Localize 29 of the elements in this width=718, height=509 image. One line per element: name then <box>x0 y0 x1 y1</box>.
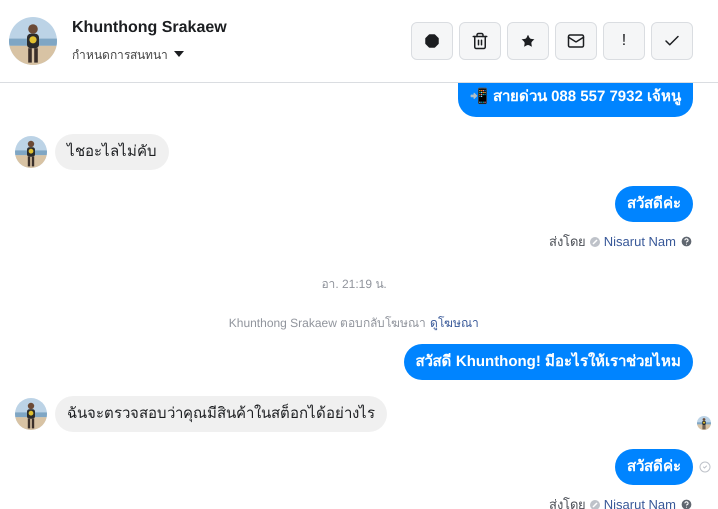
star-button[interactable] <box>507 22 549 60</box>
sent-by-label: ส่งโดย <box>548 233 586 251</box>
message-bubble: สวัสดี Khunthong! มีอะไรให้เราช่วยไหม <box>404 344 693 380</box>
view-ad-link[interactable]: ดูโฆษณา <box>430 313 480 332</box>
message-bubble: สวัสดีค่ะ <box>615 449 693 485</box>
notice-text: Khunthong Srakaew ตอบกลับโฆษณา <box>228 315 426 332</box>
sender-name: Nisarut Nam <box>604 497 676 509</box>
help-icon <box>680 235 693 248</box>
trash-icon <box>471 32 489 50</box>
message-bubble: ฉันจะตรวจสอบว่าคุณมีสินค้าในสต็อกได้อย่างไร <box>55 396 387 432</box>
report-button[interactable] <box>411 22 453 60</box>
page-icon <box>590 500 600 509</box>
contact-name: Khunthong Srakaew <box>72 18 228 36</box>
alert-button[interactable]: ! <box>603 22 645 60</box>
message-bubble: ไชอะไลไม่คับ <box>55 134 169 170</box>
sent-by-label: ส่งโดย <box>548 496 586 509</box>
help-icon <box>680 498 693 509</box>
delete-button[interactable] <box>459 22 501 60</box>
caret-icon[interactable] <box>174 51 184 57</box>
mail-button[interactable] <box>555 22 597 60</box>
timestamp: อา. 21:19 น. <box>321 276 387 293</box>
envelope-icon <box>567 32 585 50</box>
star-icon <box>519 32 537 50</box>
sender-name: Nisarut Nam <box>604 234 676 249</box>
message-bubble: 📲 สายด่วน 088 557 7932 เจ้หนู <box>458 83 693 117</box>
report-icon <box>423 32 441 50</box>
conversation-settings-label[interactable]: กำหนดการสนทนา <box>72 44 168 64</box>
page-icon <box>590 236 600 246</box>
message-bubble: สวัสดีค่ะ <box>615 186 693 222</box>
